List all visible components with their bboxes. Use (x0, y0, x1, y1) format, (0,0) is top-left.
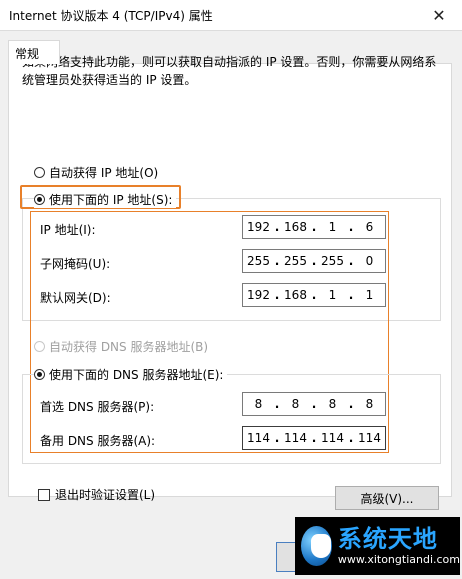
subnet-mask-label: 子网掩码(U): (40, 257, 111, 271)
ok-button[interactable] (276, 542, 296, 572)
alternate-dns-label: 备用 DNS 服务器(A): (40, 434, 156, 448)
window-title: Internet 协议版本 4 (TCP/IPv4) 属性 (9, 9, 213, 23)
ip-address-label: IP 地址(I): (40, 223, 96, 237)
octet: 192 (247, 288, 270, 302)
octet: 1 (365, 288, 374, 302)
dns-groupbox (22, 374, 441, 464)
default-gateway-input[interactable]: 192. 168. 1. 1 (242, 283, 386, 307)
validate-on-exit-label: 退出时验证设置(L) (55, 488, 156, 502)
octet: 255 (321, 254, 344, 268)
octet: 114 (358, 431, 381, 445)
description-text: 如果网络支持此功能，则可以获取自动指派的 IP 设置。否则，你需要从网络系统管理… (22, 55, 437, 87)
radio-manual-ip-circle[interactable] (34, 194, 45, 205)
octet: 1 (328, 220, 337, 234)
radio-manual-ip-label: 使用下面的 IP 地址(S): (49, 193, 173, 207)
subnet-mask-input[interactable]: 255. 255. 255. 0 (242, 249, 386, 273)
octet: 255 (247, 254, 270, 268)
default-gateway-label: 默认网关(D): (40, 291, 111, 305)
radio-manual-dns-circle[interactable] (34, 369, 45, 380)
radio-auto-dns[interactable]: 自动获得 DNS 服务器地址(B) (34, 338, 208, 355)
xitongtiandi-logo-icon (301, 526, 332, 566)
octet: 255 (284, 254, 307, 268)
radio-auto-ip[interactable]: 自动获得 IP 地址(O) (34, 164, 158, 181)
radio-manual-dns[interactable]: 使用下面的 DNS 服务器地址(E): (34, 366, 228, 383)
radio-manual-ip[interactable]: 使用下面的 IP 地址(S): (34, 191, 177, 208)
octet: 168 (284, 220, 307, 234)
octet: 0 (365, 254, 374, 268)
tab-general-label: 常规 (15, 47, 40, 61)
octet: 8 (254, 397, 263, 411)
watermark-name: 系统天地 (337, 525, 438, 553)
alternate-dns-input[interactable]: 114. 114. 114. 114 (242, 426, 386, 450)
radio-manual-dns-label: 使用下面的 DNS 服务器地址(E): (49, 368, 224, 382)
octet: 114 (321, 431, 344, 445)
octet: 8 (291, 397, 300, 411)
watermark-url: www.xitongtiandi.com (337, 553, 460, 566)
advanced-button-label: 高级(V)... (360, 491, 414, 506)
radio-auto-dns-label: 自动获得 DNS 服务器地址(B) (49, 340, 209, 354)
octet: 6 (365, 220, 374, 234)
octet: 192 (247, 220, 270, 234)
ip-address-input[interactable]: 192. 168. 1. 6 (242, 215, 386, 239)
advanced-button[interactable]: 高级(V)... (335, 486, 439, 510)
octet: 114 (247, 431, 270, 445)
title-bar: Internet 协议版本 4 (TCP/IPv4) 属性 ✕ (0, 0, 462, 30)
preferred-dns-input[interactable]: 8. 8. 8. 8 (242, 392, 386, 416)
validate-on-exit[interactable]: 退出时验证设置(L) (38, 486, 155, 503)
watermark: 系统天地 www.xitongtiandi.com (295, 517, 460, 575)
tab-general[interactable]: 常规 (8, 40, 60, 64)
octet: 114 (284, 431, 307, 445)
watermark-text: 系统天地 www.xitongtiandi.com (338, 525, 460, 567)
radio-auto-ip-label: 自动获得 IP 地址(O) (49, 166, 159, 180)
octet: 8 (328, 397, 337, 411)
radio-auto-ip-circle[interactable] (34, 167, 45, 178)
octet: 168 (284, 288, 307, 302)
octet: 1 (328, 288, 337, 302)
preferred-dns-label: 首选 DNS 服务器(P): (40, 400, 155, 414)
validate-on-exit-checkbox[interactable] (38, 488, 50, 501)
close-button[interactable]: ✕ (416, 0, 462, 30)
octet: 8 (365, 397, 374, 411)
radio-auto-dns-circle[interactable] (34, 341, 45, 352)
close-icon: ✕ (432, 5, 446, 25)
